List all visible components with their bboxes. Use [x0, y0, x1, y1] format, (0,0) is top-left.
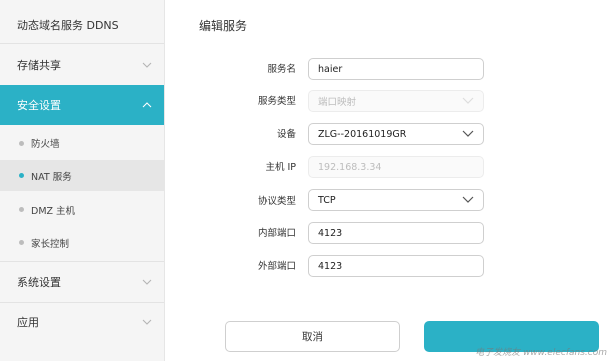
chevron-down-icon [142, 277, 152, 287]
protocol-select[interactable]: TCP [308, 189, 484, 211]
chevron-down-icon [462, 130, 474, 141]
internal-port-label: 内部端口 [257, 228, 296, 239]
sidebar-item-label: 防火墙 [31, 139, 60, 150]
sidebar-item-firewall[interactable]: 防火墙 [0, 128, 164, 158]
bullet-dot-icon [19, 240, 24, 245]
host-ip-value: 192.168.3.34 [318, 161, 382, 173]
sidebar-item-label: 安全设置 [17, 99, 61, 112]
external-port-input[interactable]: 4123 [308, 255, 484, 277]
service-type-value: 端口映射 [318, 97, 357, 108]
bullet-dot-icon [19, 140, 24, 146]
sidebar-item-label: 系统设置 [17, 275, 61, 289]
internal-port-value: 4123 [318, 227, 343, 239]
sidebar-item-nat-service[interactable]: NAT 服务 [0, 160, 164, 191]
internal-port-input[interactable]: 4123 [308, 222, 484, 244]
sidebar-item-security[interactable]: 安全设置 [0, 85, 164, 125]
sidebar-item-apps[interactable]: 应用 [0, 304, 164, 340]
sidebar-item-label: 存储共享 [17, 58, 61, 72]
chevron-up-icon [142, 100, 152, 110]
chevron-down-icon [462, 97, 474, 108]
external-port-label: 外部端口 [257, 261, 296, 272]
sidebar-item-storage-share[interactable]: 存储共享 [0, 46, 164, 83]
sidebar-item-system-settings[interactable]: 系统设置 [0, 263, 164, 300]
device-select[interactable]: ZLG--20161019GR [308, 123, 484, 145]
chevron-down-icon [142, 60, 152, 70]
cancel-button[interactable]: 取消 [225, 321, 400, 352]
protocol-value: TCP [318, 194, 336, 206]
protocol-label: 协议类型 [257, 196, 296, 207]
host-ip-input: 192.168.3.34 [308, 156, 484, 178]
service-type-select: 端口映射 [308, 90, 484, 112]
service-name-input[interactable]: haier [308, 58, 484, 80]
sidebar-item-label: DMZ 主机 [31, 205, 76, 217]
sidebar: 动态域名服务 DDNS 存储共享 安全设置 防火墙 NAT 服务 DMZ 主机 … [0, 0, 165, 361]
chevron-down-icon [142, 317, 152, 327]
sidebar-item-parental-control[interactable]: 家长控制 [0, 227, 164, 258]
device-value: ZLG--20161019GR [318, 128, 407, 140]
sidebar-item-dmz-host[interactable]: DMZ 主机 [0, 194, 164, 225]
divider [0, 302, 164, 303]
external-port-value: 4123 [318, 260, 343, 272]
chevron-down-icon [462, 196, 474, 207]
sidebar-item-label: NAT 服务 [31, 171, 72, 183]
bullet-dot-icon [19, 207, 24, 212]
service-type-label: 服务类型 [257, 96, 296, 107]
divider [0, 261, 164, 262]
sidebar-item-label: 动态域名服务 DDNS [17, 19, 119, 32]
sidebar-item-label: 家长控制 [31, 238, 70, 250]
service-name-value: haier [318, 63, 343, 75]
divider [0, 43, 164, 44]
page-title: 编辑服务 [199, 19, 248, 33]
watermark: 电子发烧友 www.elecfans.com [475, 348, 607, 358]
device-label: 设备 [276, 129, 296, 140]
sidebar-item-ddns[interactable]: 动态域名服务 DDNS [0, 8, 164, 42]
service-name-label: 服务名 [267, 64, 296, 75]
host-ip-label: 主机 IP [265, 162, 296, 173]
sidebar-item-label: 应用 [17, 316, 39, 329]
bullet-dot-icon [19, 173, 24, 178]
